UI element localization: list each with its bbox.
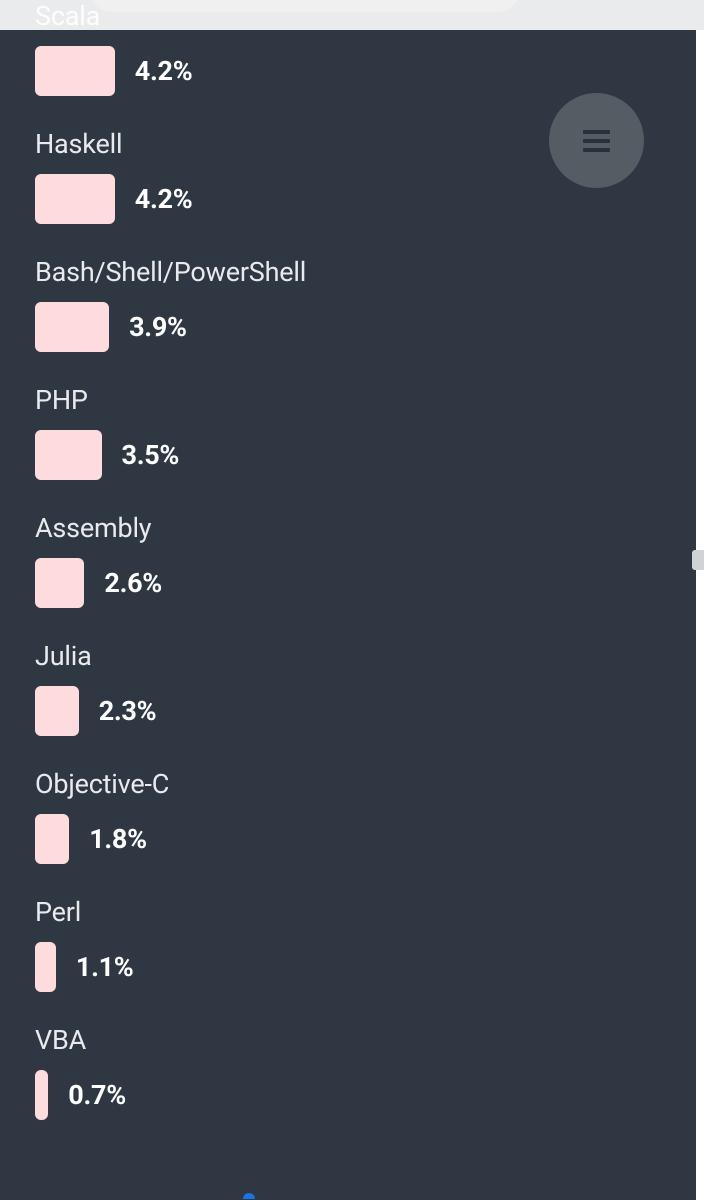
scroll-indicator[interactable] bbox=[692, 550, 704, 570]
right-edge bbox=[696, 30, 704, 1200]
chart-item-label: PHP bbox=[35, 384, 669, 416]
chart-item-value: 4.2% bbox=[135, 55, 193, 87]
chart-bar bbox=[35, 430, 102, 480]
chart-item: PHP 3.5% bbox=[35, 384, 669, 480]
chart-item-row: 4.2% bbox=[35, 46, 669, 96]
chart-bar bbox=[35, 558, 84, 608]
chart-item-value: 3.9% bbox=[129, 311, 187, 343]
chart-bar bbox=[35, 814, 69, 864]
chart-item-row: 0.7% bbox=[35, 1070, 669, 1120]
chart-bar bbox=[35, 1070, 48, 1120]
chart-item-row: 3.5% bbox=[35, 430, 669, 480]
chart-item-row: 1.8% bbox=[35, 814, 669, 864]
chart-bar bbox=[35, 174, 115, 224]
chart-item-label: Perl bbox=[35, 896, 669, 928]
chart-bar bbox=[35, 302, 109, 352]
chart-item-row: 2.6% bbox=[35, 558, 669, 608]
chart-bar bbox=[35, 46, 115, 96]
chart-item-label: Objective-C bbox=[35, 768, 669, 800]
chart-item-label: VBA bbox=[35, 1024, 669, 1056]
menu-button[interactable] bbox=[549, 93, 644, 188]
chart-item: Bash/Shell/PowerShell 3.9% bbox=[35, 256, 669, 352]
chart-bar bbox=[35, 942, 56, 992]
chart-item: VBA 0.7% bbox=[35, 1024, 669, 1120]
chart-item-label: Julia bbox=[35, 640, 669, 672]
chart-bar bbox=[35, 686, 79, 736]
chart-item-value: 2.6% bbox=[104, 567, 162, 599]
hamburger-icon bbox=[583, 130, 610, 152]
chart-item: Assembly 2.6% bbox=[35, 512, 669, 608]
bottom-indicator bbox=[243, 1193, 255, 1199]
top-rounded-shape bbox=[90, 0, 520, 12]
chart-item-value: 4.2% bbox=[135, 183, 193, 215]
chart-item-value: 1.1% bbox=[76, 951, 134, 983]
chart-item-row: 3.9% bbox=[35, 302, 669, 352]
chart-item: Objective-C 1.8% bbox=[35, 768, 669, 864]
chart-item-value: 3.5% bbox=[122, 439, 180, 471]
chart-item: Perl 1.1% bbox=[35, 896, 669, 992]
chart-item-value: 1.8% bbox=[89, 823, 147, 855]
chart-item-label: Assembly bbox=[35, 512, 669, 544]
chart-item-row: 1.1% bbox=[35, 942, 669, 992]
chart-item-value: 0.7% bbox=[68, 1079, 126, 1111]
chart-item-row: 2.3% bbox=[35, 686, 669, 736]
chart-item-value: 2.3% bbox=[99, 695, 157, 727]
chart-item-label: Bash/Shell/PowerShell bbox=[35, 256, 669, 288]
chart-item: Julia 2.3% bbox=[35, 640, 669, 736]
